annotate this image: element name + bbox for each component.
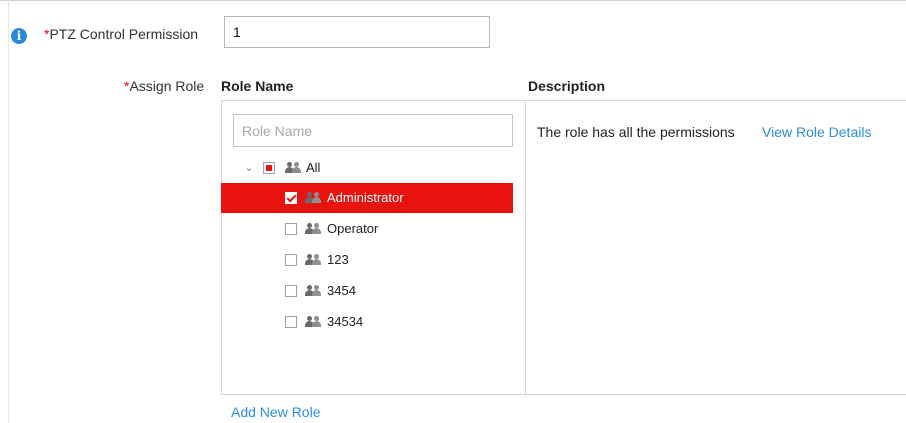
role-label-administrator[interactable]: Administrator (327, 190, 404, 205)
role-label-123[interactable]: 123 (327, 252, 349, 267)
role-icon (305, 254, 323, 266)
chevron-down-icon[interactable]: ⌄ (243, 162, 255, 174)
add-new-role-link[interactable]: Add New Role (231, 404, 321, 420)
role-checkbox-operator[interactable] (285, 223, 297, 235)
all-roles-checkbox[interactable] (263, 162, 275, 174)
column-divider (525, 100, 526, 395)
role-label-operator[interactable]: Operator (327, 221, 378, 236)
view-role-details-link[interactable]: View Role Details (762, 124, 871, 140)
role-group-icon (285, 162, 303, 174)
role-checkbox-3454[interactable] (285, 285, 297, 297)
top-border (0, 0, 906, 1)
ptz-permission-label: *PTZ Control Permission (44, 26, 198, 42)
role-icon (305, 285, 323, 297)
role-description: The role has all the permissions (537, 124, 735, 140)
description-column-header: Description (528, 78, 606, 94)
assign-role-label: *Assign Role (124, 78, 204, 94)
role-search-input[interactable] (233, 114, 513, 147)
role-icon (305, 223, 323, 235)
role-icon (305, 316, 323, 328)
role-checkbox-administrator[interactable] (285, 192, 297, 204)
role-label-3454[interactable]: 3454 (327, 283, 356, 298)
role-name-column-header: Role Name (221, 78, 294, 94)
info-icon[interactable]: i (11, 28, 27, 44)
left-border (8, 0, 9, 423)
tree-root-label[interactable]: All (306, 160, 320, 175)
role-checkbox-123[interactable] (285, 254, 297, 266)
ptz-permission-input[interactable] (224, 16, 490, 48)
role-label-34534[interactable]: 34534 (327, 314, 363, 329)
role-checkbox-34534[interactable] (285, 316, 297, 328)
assign-role-label-text: Assign Role (129, 78, 205, 94)
role-icon (305, 192, 323, 204)
ptz-permission-label-text: PTZ Control Permission (49, 26, 199, 42)
